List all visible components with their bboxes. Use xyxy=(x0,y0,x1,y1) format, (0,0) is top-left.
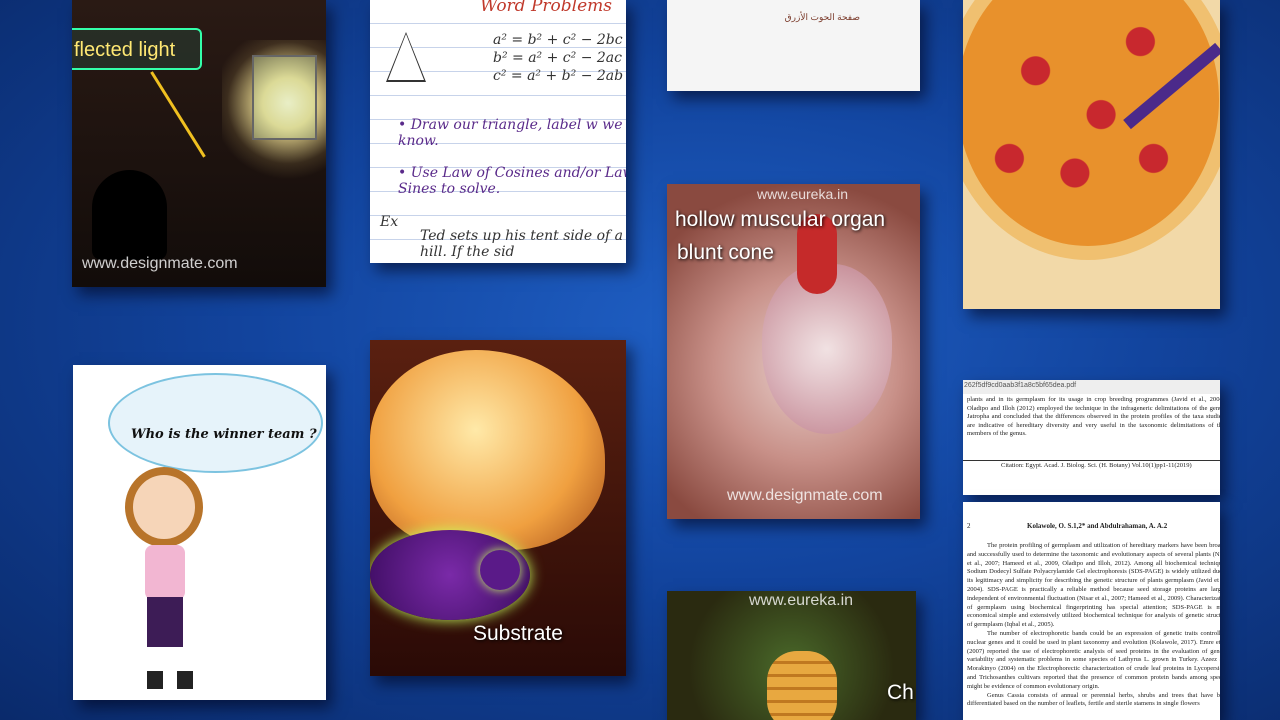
light-ray xyxy=(150,71,206,158)
watermark-bottom: www.designmate.com xyxy=(727,487,883,504)
pizza-icon xyxy=(963,0,1220,260)
pdf-excerpt-thumbnail[interactable]: 262f5df9cd0aab3f1a8c5bf65dea.pdf plants … xyxy=(963,380,1220,495)
equation-1: a² = b² + c² − 2bc xyxy=(493,32,623,48)
girl-body xyxy=(145,545,185,600)
paragraph-1: The protein profiling of germplasm and u… xyxy=(967,542,1220,629)
paragraph-3: Genus Cassia consists of annual or peren… xyxy=(967,691,1220,708)
caption-2: blunt cone xyxy=(677,241,774,264)
page-number: 2 xyxy=(967,522,971,530)
triangle-icon xyxy=(386,32,426,82)
winner-team-thumbnail[interactable]: Who is the winner team ? xyxy=(73,365,326,700)
notebook-title: Word Problems xyxy=(480,0,612,16)
step-2: • Use Law of Cosines and/or Law Sines to… xyxy=(398,165,626,197)
larvae-illustration xyxy=(767,651,837,720)
watermark: www.eureka.in xyxy=(749,592,854,609)
speech-bubble xyxy=(108,373,323,473)
pdf-filename: 262f5df9cd0aab3f1a8c5bf65dea.pdf xyxy=(963,380,1220,394)
enzyme-shape xyxy=(370,350,605,550)
eureka-video-thumbnail[interactable]: www.eureka.in Ch xyxy=(667,591,916,720)
label-box: flected light xyxy=(72,28,202,70)
example-label: Ex xyxy=(380,214,399,230)
word-problems-thumbnail[interactable]: Word Problems a² = b² + c² − 2bc b² = a²… xyxy=(370,0,626,263)
step-1: • Draw our triangle, label w we know. xyxy=(398,117,623,149)
arabic-heading: صفحة الحوت الأزرق xyxy=(784,12,860,22)
example-text: Ted sets up his tent side of a hill. If … xyxy=(420,228,624,260)
girl-legs xyxy=(147,597,183,647)
caption-1: hollow muscular organ xyxy=(675,208,886,231)
paper-authors: Kolawole, O. S.1,2* and Abdulrahaman, A.… xyxy=(1027,522,1168,530)
reflected-light-thumbnail[interactable]: flected light www.designmate.com xyxy=(72,0,326,287)
girl-shoes xyxy=(147,671,193,689)
arabic-document-thumbnail[interactable]: صفحة الحوت الأزرق xyxy=(667,0,920,91)
enzyme-substrate-thumbnail[interactable]: Substrate xyxy=(370,340,626,676)
paragraph-2: The number of electrophoretic bands coul… xyxy=(967,629,1220,690)
shadow-object xyxy=(92,170,167,260)
watermark-top: www.eureka.in xyxy=(757,186,849,202)
equation-2: b² = a² + c² − 2ac xyxy=(493,50,622,66)
divider xyxy=(963,460,1220,461)
pdf-citation: Citation: Egypt. Acad. J. Biolog. Sci. (… xyxy=(1001,462,1192,469)
caption: Ch xyxy=(887,681,914,704)
paper-page-thumbnail[interactable]: 2 Kolawole, O. S.1,2* and Abdulrahaman, … xyxy=(963,502,1220,720)
equation-3: c² = a² + b² − 2ab xyxy=(493,68,624,84)
girl-head xyxy=(125,467,203,547)
pdf-paragraph: plants and in its germplasm for its usag… xyxy=(967,396,1220,437)
substrate-molecule-tail xyxy=(480,550,520,590)
heart-anatomy-thumbnail[interactable]: www.eureka.in hollow muscular organ blun… xyxy=(667,184,920,519)
label-text: flected light xyxy=(74,39,176,61)
watermark: www.designmate.com xyxy=(82,255,238,272)
substrate-label: Substrate xyxy=(473,622,563,645)
question-text: Who is the winner team ? xyxy=(131,427,317,442)
pizza-thumbnail[interactable] xyxy=(963,0,1220,309)
mirror-panel xyxy=(252,55,317,140)
